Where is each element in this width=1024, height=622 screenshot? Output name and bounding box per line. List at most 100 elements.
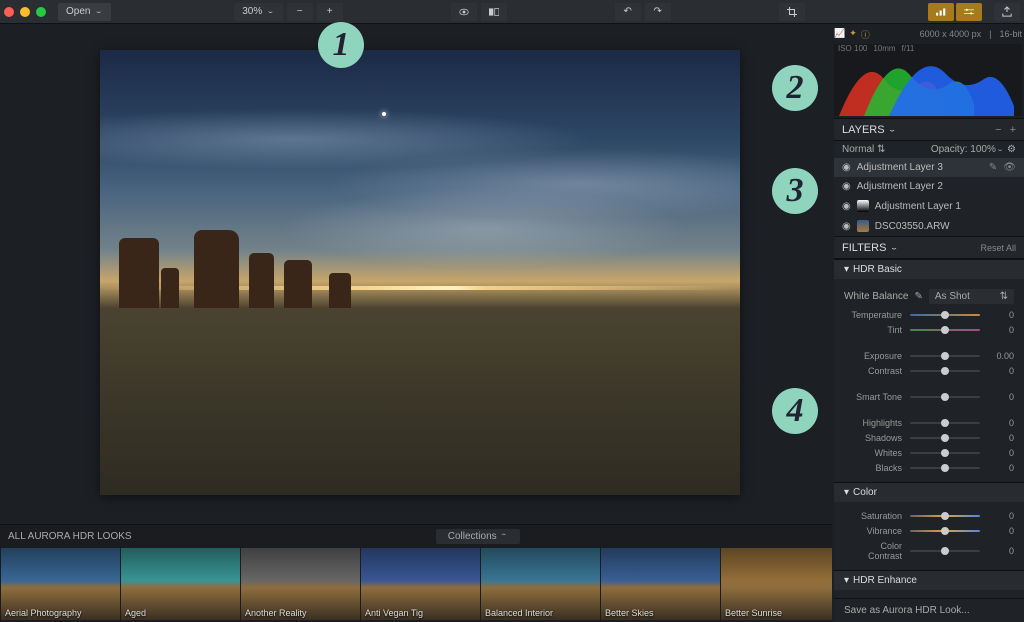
- slider-value: 0.00: [988, 351, 1014, 361]
- slider-value: 0: [988, 325, 1014, 335]
- slider-value: 0: [988, 526, 1014, 536]
- layer-remove-icon[interactable]: −: [995, 124, 1001, 136]
- presets-panel-tab[interactable]: [928, 3, 954, 21]
- eyedropper-icon[interactable]: ✎: [914, 291, 922, 302]
- maximize-window[interactable]: [36, 7, 46, 17]
- slider-track[interactable]: [910, 370, 980, 372]
- slider-track[interactable]: [910, 329, 980, 331]
- filter-hdr-enhance-header[interactable]: ▾HDR Enhance: [834, 570, 1024, 590]
- info-icon[interactable]: ⓘ: [861, 28, 870, 41]
- filter-hdr-basic-header[interactable]: ▾HDR Basic: [834, 259, 1024, 279]
- blend-mode-select[interactable]: Normal ⇅: [842, 144, 885, 155]
- undo-button[interactable]: ↶: [615, 3, 641, 21]
- preset-item[interactable]: Better Sunrise: [721, 548, 832, 620]
- reset-all-button[interactable]: Reset All: [980, 243, 1016, 253]
- slider-value: 0: [988, 418, 1014, 428]
- zoom-in-button[interactable]: +: [317, 3, 343, 21]
- histogram-mode-icon[interactable]: 📈: [834, 28, 845, 41]
- filter-color-header[interactable]: ▾Color: [834, 482, 1024, 502]
- slider-value: 0: [988, 433, 1014, 443]
- eye-icon[interactable]: ◉: [842, 221, 851, 232]
- eye-icon: [459, 7, 469, 17]
- layer-add-icon[interactable]: +: [1010, 124, 1016, 136]
- slider-track[interactable]: [910, 515, 980, 517]
- presets-title: ALL AURORA HDR LOOKS: [8, 531, 132, 542]
- meta-aperture: f/11: [902, 44, 915, 53]
- star-icon[interactable]: ✦: [849, 28, 857, 41]
- zoom-out-button[interactable]: −: [287, 3, 313, 21]
- slider-track[interactable]: [910, 355, 980, 357]
- annotation-2: 2: [772, 65, 818, 111]
- slider-track[interactable]: [910, 314, 980, 316]
- slider-track[interactable]: [910, 422, 980, 424]
- topbar: Open ⌄ 30% ⌄ − + ↶ ↷: [0, 0, 1024, 24]
- brush-icon[interactable]: ✎: [989, 162, 997, 173]
- collections-dropdown[interactable]: Collections ⌃: [436, 529, 520, 544]
- slider-track[interactable]: [910, 396, 980, 398]
- annotation-1: 1: [318, 22, 364, 68]
- layer-item[interactable]: ◉ Adjustment Layer 3 ✎ 👁: [834, 158, 1024, 177]
- gear-icon[interactable]: ⚙: [1007, 144, 1016, 155]
- annotation-3: 3: [772, 168, 818, 214]
- layer-name: Adjustment Layer 2: [857, 181, 943, 192]
- slider-track[interactable]: [910, 437, 980, 439]
- layer-item[interactable]: ◉Adjustment Layer 1: [834, 196, 1024, 216]
- preset-label: Better Sunrise: [725, 608, 782, 618]
- window-controls: [4, 7, 46, 17]
- minimize-window[interactable]: [20, 7, 30, 17]
- preset-item[interactable]: Aged: [121, 548, 240, 620]
- sliders-icon: [964, 7, 974, 17]
- layer-name: Adjustment Layer 3: [857, 162, 943, 173]
- slider-label: Shadows: [844, 433, 902, 443]
- zoom-dropdown[interactable]: 30% ⌄: [234, 3, 282, 21]
- layers-panel-header[interactable]: LAYERS ⌄ − +: [834, 118, 1024, 141]
- filters-panel-header[interactable]: FILTERS ⌄ Reset All: [834, 236, 1024, 259]
- slider-track[interactable]: [910, 467, 980, 469]
- preset-item[interactable]: Anti Vegan Tig: [361, 548, 480, 620]
- preset-label: Anti Vegan Tig: [365, 608, 423, 618]
- export-button[interactable]: [994, 3, 1020, 21]
- image-meta: 📈 ✦ ⓘ 6000 x 4000 px | 16-bit: [834, 26, 1022, 42]
- sidebar: LAYERS ⌄ − + Normal ⇅ Opacity: 100%⌄ ⚙ ◉…: [834, 118, 1024, 622]
- image-dimensions: 6000 x 4000 px: [920, 29, 982, 39]
- filters-panel-tab[interactable]: [956, 3, 982, 21]
- slider-label: Temperature: [844, 310, 902, 320]
- crop-button[interactable]: [779, 3, 805, 21]
- slider-value: 0: [988, 546, 1014, 556]
- layer-item[interactable]: ◉DSC03550.ARW: [834, 216, 1024, 236]
- meta-focal: 10mm: [873, 44, 895, 53]
- close-window[interactable]: [4, 7, 14, 17]
- image-canvas[interactable]: [100, 50, 740, 495]
- slider-value: 0: [988, 392, 1014, 402]
- preset-item[interactable]: Aerial Photography: [1, 548, 120, 620]
- slider-label: Smart Tone: [844, 392, 902, 402]
- wb-select[interactable]: As Shot⇅: [929, 289, 1014, 304]
- save-look-button[interactable]: Save as Aurora HDR Look...: [834, 598, 1024, 622]
- eye-icon[interactable]: ◉: [842, 162, 851, 173]
- slider-value: 0: [988, 310, 1014, 320]
- preset-item[interactable]: Another Reality: [241, 548, 360, 620]
- preset-label: Another Reality: [245, 608, 307, 618]
- slider-label: Blacks: [844, 463, 902, 473]
- preset-item[interactable]: Better Skies: [601, 548, 720, 620]
- presets-bar: ALL AURORA HDR LOOKS Collections ⌃ Aeria…: [0, 524, 832, 622]
- slider-track[interactable]: [910, 550, 980, 552]
- opacity-value[interactable]: 100%: [970, 144, 996, 155]
- export-icon: [1002, 6, 1012, 18]
- preset-label: Aerial Photography: [5, 608, 82, 618]
- slider-value: 0: [988, 463, 1014, 473]
- eye-icon[interactable]: ◉: [842, 181, 851, 192]
- slider-label: Exposure: [844, 351, 902, 361]
- slider-track[interactable]: [910, 530, 980, 532]
- preset-label: Balanced Interior: [485, 608, 553, 618]
- slider-label: Saturation: [844, 511, 902, 521]
- visibility-icon[interactable]: 👁: [1003, 162, 1016, 173]
- slider-track[interactable]: [910, 452, 980, 454]
- compare-button[interactable]: [481, 3, 507, 21]
- preview-toggle[interactable]: [451, 3, 477, 21]
- preset-item[interactable]: Balanced Interior: [481, 548, 600, 620]
- open-menu[interactable]: Open ⌄: [58, 3, 111, 21]
- redo-button[interactable]: ↷: [645, 3, 671, 21]
- layer-item[interactable]: ◉ Adjustment Layer 2: [834, 177, 1024, 196]
- eye-icon[interactable]: ◉: [842, 201, 851, 212]
